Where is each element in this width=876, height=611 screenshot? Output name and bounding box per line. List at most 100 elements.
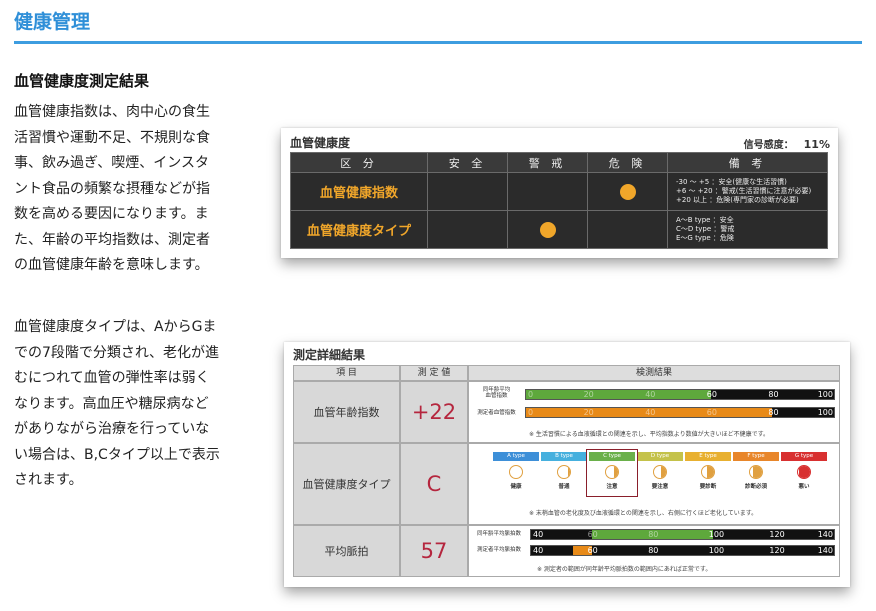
page-header: 健康管理: [14, 6, 862, 44]
tick-label: 100: [708, 546, 725, 555]
tick-label: 40: [533, 530, 544, 539]
tick-label: 60: [706, 408, 717, 417]
type-label: F type: [733, 452, 779, 461]
para-line: 血管健康度タイプは、AからGま: [14, 319, 217, 335]
type-circle-fill: [753, 466, 762, 478]
tick-label: 0: [528, 408, 534, 417]
col-header-danger: 危 険: [587, 152, 668, 173]
type-name: 健康: [510, 484, 522, 490]
col-header-category: 区 分: [290, 152, 428, 173]
row-label-age-index: 血管年齢指数: [293, 381, 400, 443]
type-name: 要診断: [699, 484, 717, 490]
type-scale: A type 健康 B type 普通 C type 注意 D type 要注意 E type 要…: [493, 449, 827, 500]
detailed-results-card: 測定詳細結果 項 目 測 定 値 検測結果 血管年齢指数 +22 同年齢平均 血…: [284, 342, 850, 587]
type-item: B type 普通: [541, 452, 587, 490]
sensitivity-label: 信号感度：: [743, 140, 794, 151]
col-header-value: 測 定 値: [400, 365, 468, 381]
type-circle-icon: [701, 465, 715, 479]
card-title: 測定詳細結果: [293, 348, 366, 362]
tick-label: 80: [768, 408, 779, 417]
age-measured-bar: 0 20 40 60 80 100: [525, 407, 835, 418]
age-average-bar: 0 20 40 60 80 100: [525, 389, 835, 400]
pulse-note: ※ 測定者の範囲が同年齢平均脈拍数の範囲内にあれば正常です。: [537, 566, 712, 573]
tick-label: 140: [817, 546, 833, 555]
para-line: での7段階で分類され、老化が進: [14, 344, 220, 361]
type-circle-fill: [706, 466, 714, 478]
row-label-type: 血管健康度タイプ: [293, 443, 400, 525]
type-item: D type 要注意: [637, 452, 683, 490]
type-circle-icon: [653, 465, 667, 479]
tick-label: 40: [645, 408, 656, 417]
row-label: 血管健康度タイプ: [290, 210, 428, 249]
type-label: B type: [541, 452, 587, 461]
bar-segment: [526, 390, 711, 399]
level-cell-caution: [507, 172, 588, 211]
tick-label: 80: [768, 390, 779, 399]
type-note: ※ 末梢血管の老化度及び血液循環との関連を示し、右側に行くほど老化しています。: [529, 510, 758, 517]
type-item: E type 要診断: [685, 452, 731, 490]
col-header-caution: 警 戒: [507, 152, 588, 173]
col-header-safe: 安 全: [427, 152, 508, 173]
type-name: 要注意: [651, 484, 669, 490]
type-item: F type 診断必須: [733, 452, 779, 490]
para-line: がありながら治療を行っていな: [14, 421, 210, 437]
type-label: E type: [685, 452, 731, 461]
type-circle-icon: [509, 465, 523, 479]
para-line: 血管健康指数は、肉中心の食生: [14, 104, 210, 120]
level-indicator-dot: [539, 221, 556, 238]
type-label: D type: [637, 452, 683, 461]
level-cell-safe: [427, 210, 508, 249]
bar-label: 測定者血管指数: [477, 410, 516, 416]
health-table: 区 分 安 全 警 戒 危 険 備 考 血管健康指数 -30 ～ +5 ：安全(…: [290, 152, 828, 249]
tick-label: 140: [817, 530, 833, 539]
tick-label: 100: [708, 530, 725, 539]
vascular-health-card: 血管健康度 信号感度： 11% 区 分 安 全 警 戒 危 険 備 考 血管健康指…: [281, 128, 838, 258]
type-circle-icon: [557, 465, 571, 479]
type-circle-fill: [799, 466, 810, 478]
row-value-type: C: [400, 443, 468, 525]
row-value-pulse: 57: [400, 525, 468, 577]
tick-label: 120: [769, 546, 785, 555]
tick-label: 20: [583, 408, 594, 417]
para-line: 数を高める要因になります。ま: [14, 206, 209, 222]
row-label: 血管健康指数: [290, 172, 428, 211]
pulse-measured-bar: 40 60 80 100 120 140: [530, 545, 835, 556]
type-circle-icon: [797, 465, 811, 479]
remarks-cell: -30 ～ +5 ：安全(健康な生活習慣) +6 ～ +20 ：警戒(生活習慣に…: [667, 172, 828, 211]
type-label: A type: [493, 452, 539, 461]
para-line: 事、飲み過ぎ、喫煙、インスタ: [14, 155, 210, 171]
table-row: 血管健康度タイプ A～B type ：安全 C～D type ：警戒 E～G t…: [290, 210, 828, 249]
bar-label: 同年齢平均脈拍数: [476, 531, 521, 537]
age-index-result: 同年齢平均 血管指数 0 20 40 60 80 100 測定者血管指数 0 20 40 60 8…: [468, 381, 840, 443]
type-label: G type: [781, 452, 827, 461]
card-title: 血管健康度: [290, 136, 351, 150]
bar-label: 測定者平均脈拍数: [476, 547, 521, 553]
level-indicator-dot: [619, 183, 636, 200]
sensitivity-value: 11%: [803, 138, 830, 151]
level-cell-caution: [507, 210, 588, 249]
bar-label: 同年齢平均 血管指数: [482, 387, 511, 399]
tick-label: 40: [645, 390, 656, 399]
section-title: 血管健康度測定結果: [14, 72, 150, 90]
type-circle-icon: [749, 465, 763, 479]
remarks-cell: A～B type ：安全 C～D type ：警戒 E～G type ：危険: [667, 210, 828, 249]
level-cell-danger: [587, 210, 668, 249]
description-paragraph-1: 血管健康指数は、肉中心の食生 活習慣や運動不足、不規則な食 事、飲み過ぎ、喫煙、…: [14, 100, 244, 279]
para-line: むにつれて血管の弾性率は弱く: [14, 370, 210, 386]
type-circle-fill: [568, 466, 570, 478]
age-note: ※ 生活習慣による血液循環との関連を示し、平均指数より数値が大きいほど不健康です…: [529, 431, 769, 438]
tick-label: 60: [587, 546, 598, 555]
type-circle-fill: [660, 466, 666, 478]
pulse-average-bar: 40 60 80 100 120 140: [530, 529, 835, 540]
tick-label: 120: [769, 530, 785, 539]
para-line: い場合は、B,Cタイプ以上で表示: [14, 446, 220, 463]
type-name: 診断必須: [744, 484, 767, 490]
page-title: 健康管理: [14, 11, 91, 33]
type-result: A type 健康 B type 普通 C type 注意 D type 要注意 E type 要…: [468, 443, 840, 525]
description-paragraph-2: 血管健康度タイプは、AからGま での7段階で分類され、老化が進 むにつれて血管の…: [14, 315, 244, 494]
type-name: 悪い: [798, 484, 810, 490]
tick-label: 40: [533, 546, 544, 555]
col-header-remarks: 備 考: [667, 152, 828, 173]
tick-label: 60: [706, 390, 717, 399]
para-line: の血管健康年齢を意味します。: [14, 257, 209, 273]
